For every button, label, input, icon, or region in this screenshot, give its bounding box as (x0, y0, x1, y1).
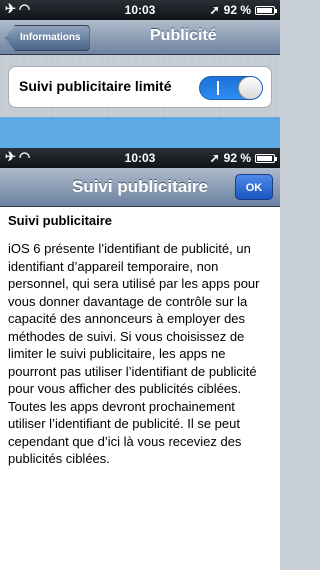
battery-percent: 92 % (223, 151, 251, 165)
location-icon: ➚ (209, 3, 220, 17)
page-title: Publicité (150, 27, 217, 44)
limit-ad-tracking-cell: Suivi publicitaire limité (8, 66, 272, 108)
sheet-nav-bar: Suivi publicitaire OK (0, 168, 280, 207)
battery-fill (257, 155, 272, 161)
status-icons-right: ➚ 92 % (209, 151, 277, 165)
sheet-heading: Suivi publicitaire (8, 213, 113, 228)
location-icon: ➚ (209, 151, 220, 165)
back-button[interactable]: Informations (5, 25, 90, 51)
ok-button[interactable]: OK (235, 174, 273, 200)
sheet-text: iOS 6 présente l’identifiant de publicit… (8, 241, 260, 466)
battery-fill (257, 7, 272, 13)
settings-nav-bar: Informations Publicité (0, 20, 280, 55)
status-bar-sheet: ✈◠ 10:03 ➚ 92 % (0, 148, 280, 168)
status-icons-right: ➚ 92 % (209, 3, 277, 17)
status-bar-top: ✈◠ 10:03 ➚ 92 % (0, 0, 280, 20)
toggle-on-mark (217, 81, 219, 95)
sheet-body: Suivi publicitaire iOS 6 présente l’iden… (0, 207, 280, 570)
battery-percent: 92 % (223, 3, 251, 17)
setting-label: Suivi publicitaire limité (19, 78, 172, 94)
battery-icon (255, 5, 277, 15)
battery-icon (255, 153, 277, 163)
content-divider-strip (0, 117, 280, 148)
limit-ad-tracking-toggle[interactable] (199, 76, 263, 100)
toggle-knob[interactable] (238, 77, 262, 99)
